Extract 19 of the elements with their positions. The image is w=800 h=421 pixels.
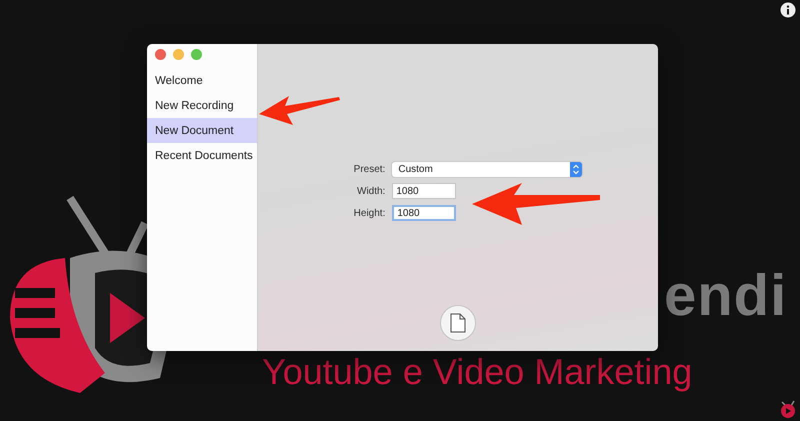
sidebar-item[interactable]: Recent Documents bbox=[147, 143, 257, 168]
document-icon bbox=[450, 313, 466, 333]
window-control-icon[interactable] bbox=[155, 49, 166, 60]
input-field[interactable]: 1080 bbox=[392, 205, 456, 221]
stepper-icon bbox=[570, 162, 582, 177]
window-control-icon[interactable] bbox=[191, 49, 202, 60]
preset-dropdown[interactable]: Custom bbox=[392, 162, 582, 177]
field-label: Preset: bbox=[354, 164, 386, 175]
field-label: Width: bbox=[356, 186, 386, 196]
window-control-icon[interactable] bbox=[173, 49, 184, 60]
input-field[interactable]: 1080 bbox=[392, 183, 456, 199]
sidebar-item[interactable]: New Recording bbox=[147, 93, 257, 118]
info-icon[interactable] bbox=[780, 2, 796, 18]
sidebar-item[interactable]: Welcome bbox=[147, 68, 257, 93]
new-document-button[interactable] bbox=[440, 305, 476, 341]
field-label: Height: bbox=[354, 208, 386, 218]
brand-tagline: Youtube e Video Marketing bbox=[262, 352, 692, 392]
sidebar-item[interactable]: New Document bbox=[147, 118, 257, 143]
brand-wordmark: endi bbox=[664, 262, 788, 329]
